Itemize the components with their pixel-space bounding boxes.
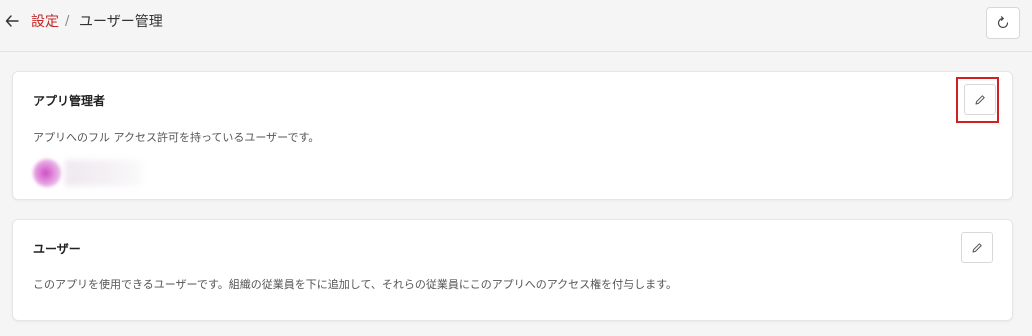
users-card: ユーザー このアプリを使用できるユーザーです。組織の従業員を下に追加して、それら…: [12, 219, 1013, 321]
users-description: このアプリを使用できるユーザーです。組織の従業員を下に追加して、それらの従業員に…: [33, 278, 678, 291]
users-title: ユーザー: [33, 242, 81, 256]
edit-users-button[interactable]: [961, 232, 993, 263]
admin-user-chip: [33, 158, 145, 188]
refresh-icon: [997, 16, 1009, 29]
edit-button-highlight: [956, 77, 999, 123]
page-header: 設定 / ユーザー管理: [0, 0, 1032, 52]
admin-user-name-blurred: [65, 160, 143, 186]
app-admins-card: アプリ管理者 アプリへのフル アクセス許可を持っているユーザーです。: [12, 71, 1013, 200]
pencil-icon: [972, 242, 982, 252]
app-admins-description: アプリへのフル アクセス許可を持っているユーザーです。: [33, 131, 320, 144]
breadcrumb-settings-link[interactable]: 設定: [31, 13, 59, 31]
breadcrumb-separator: /: [65, 14, 70, 29]
avatar: [33, 159, 61, 187]
refresh-button[interactable]: [986, 7, 1020, 39]
page-title: ユーザー管理: [79, 14, 163, 30]
arrow-left-icon: [5, 15, 19, 27]
app-admins-title: アプリ管理者: [33, 94, 106, 108]
back-button[interactable]: [5, 12, 21, 30]
